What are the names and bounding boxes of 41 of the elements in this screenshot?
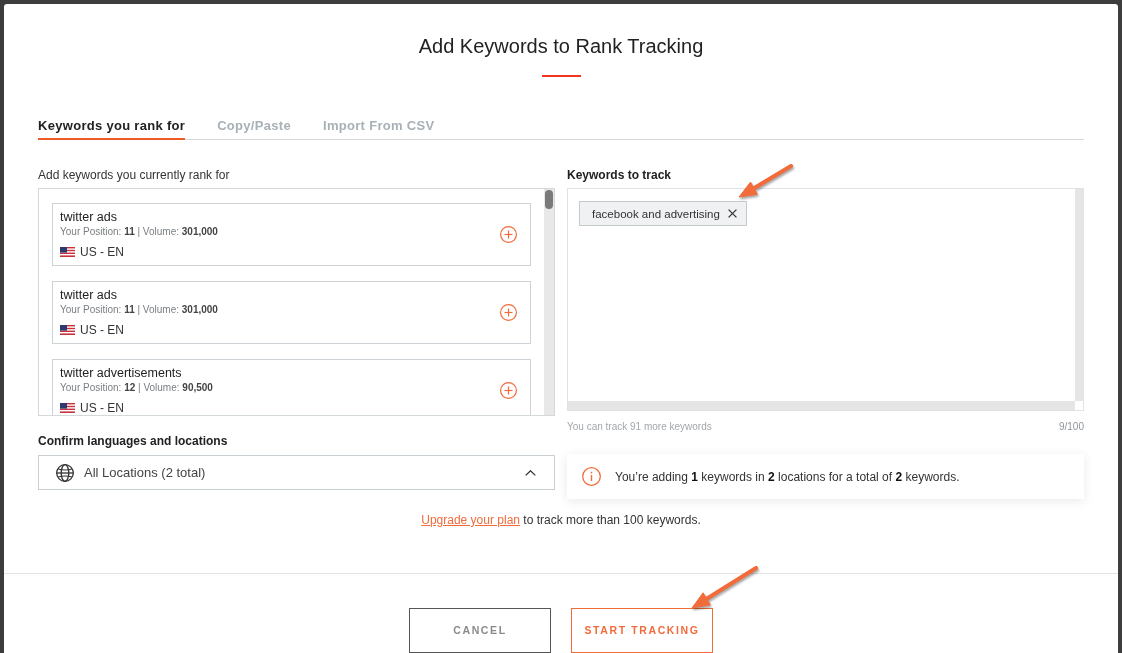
add-icon[interactable] [500,226,517,243]
locale-label: US - EN [80,244,124,260]
cancel-button[interactable]: CANCEL [409,608,551,653]
keyword-title: twitter ads [60,287,118,303]
arrow-icon [735,163,795,201]
keywords-box[interactable]: facebook and advertising [567,188,1084,411]
add-icon[interactable] [500,382,517,399]
upgrade-link[interactable]: Upgrade your plan [421,513,520,527]
keyword-details: Your Position: 11 | Volume: 301,000 [60,303,219,317]
locale-label: US - EN [80,400,124,415]
globe-icon [56,463,74,482]
summary-text: You’re adding 1 keywords in 2 locations for a total of 2 keywords. [615,468,960,485]
start-tracking-button[interactable]: START TRACKING [571,608,713,653]
tab[interactable]: Keywords you rank for [38,118,186,140]
info-icon [582,467,601,486]
keyword-chip[interactable]: facebook and advertising [579,201,747,226]
flag-icon [60,325,75,335]
keyword-count: 9/100 [1058,420,1084,434]
close-icon[interactable] [727,209,737,218]
keyword-title: twitter ads [60,209,118,225]
dropdown-value: All Locations (2 total) [84,464,207,481]
scrollbar[interactable] [544,189,554,415]
tab[interactable]: Import From CSV [323,118,435,140]
flag-icon [60,247,75,257]
locale-label: US - EN [80,322,124,338]
scrollbar[interactable] [568,401,1075,410]
section-label: Confirm languages and locations [38,434,229,448]
keyword-details: Your Position: 11 | Volume: 301,000 [60,225,219,239]
scrollbar[interactable] [1075,189,1083,401]
tab[interactable]: Copy/Paste [217,118,291,140]
section-label: Keywords to track [567,168,673,182]
flag-icon [60,403,75,413]
add-icon[interactable] [500,304,517,321]
dialog-title: Add Keywords to Rank Tracking [418,34,704,59]
upgrade-note: Upgrade your plan to track more than 100 keywords. [420,512,702,528]
keyword-details: Your Position: 12 | Volume: 90,500 [60,381,214,395]
keyword-title: twitter advertisements [60,365,183,381]
section-label: Add keywords you currently rank for [38,168,231,182]
remaining-note: You can track 91 more keywords [567,420,712,434]
locations-dropdown[interactable]: All Locations (2 total) [38,455,555,490]
chevron-up-icon [525,469,536,476]
